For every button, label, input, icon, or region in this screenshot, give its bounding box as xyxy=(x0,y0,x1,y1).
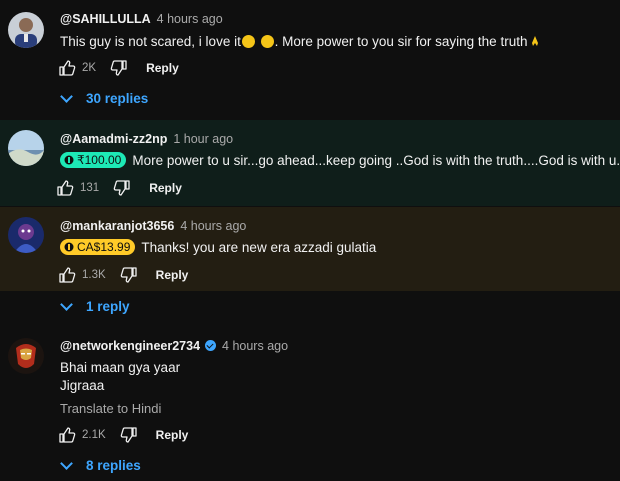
comment-header: @networkengineer2734 4 hours ago xyxy=(60,339,288,353)
like-count: 2.1K xyxy=(82,429,106,441)
translate-button[interactable]: Translate to Hindi xyxy=(60,401,161,416)
pray-emoji xyxy=(529,35,541,47)
laughing-emoji xyxy=(241,35,255,48)
thumbs-down-icon[interactable] xyxy=(110,59,128,77)
comment-1: @SAHILLULLA 4 hours ago This guy is not s… xyxy=(0,0,620,120)
super-chat-chip: CA$13.99 xyxy=(60,239,136,255)
author-handle[interactable]: @mankaranjot3656 xyxy=(60,219,174,233)
comment-header: @Aamadmi-zz2np 1 hour ago xyxy=(60,132,233,146)
comment-actions: 1.3K Reply xyxy=(58,264,188,286)
money-icon xyxy=(64,242,74,252)
view-replies-button[interactable]: 30 replies xyxy=(60,90,148,106)
author-handle[interactable]: @SAHILLULLA xyxy=(60,12,151,26)
comment-actions: 131 Reply xyxy=(56,177,182,199)
verified-icon xyxy=(205,340,217,351)
avatar[interactable] xyxy=(8,12,44,48)
thumbs-down-icon[interactable] xyxy=(120,426,138,444)
like-count: 1.3K xyxy=(82,269,106,281)
comment-text: CA$13.99 Thanks! you are new era azzadi g… xyxy=(60,239,376,255)
comment-3: @mankaranjot3656 4 hours ago CA$13.99 Than… xyxy=(0,207,620,291)
thumbs-down-icon[interactable] xyxy=(120,266,138,284)
thumbs-up-icon[interactable] xyxy=(58,59,76,77)
avatar[interactable] xyxy=(8,130,44,166)
comment-2: @Aamadmi-zz2np 1 hour ago ₹100.00 More pow… xyxy=(0,120,620,206)
thumbs-up-icon[interactable] xyxy=(58,426,76,444)
super-chat-chip: ₹100.00 xyxy=(60,152,127,168)
comment-header: @mankaranjot3656 4 hours ago xyxy=(60,219,246,233)
comment-text: This guy is not scared, i love it . More… xyxy=(60,34,541,49)
author-handle[interactable]: @Aamadmi-zz2np xyxy=(60,132,167,146)
avatar[interactable] xyxy=(8,338,44,374)
money-icon xyxy=(64,155,74,165)
comment-4: @networkengineer2734 4 hours ago Bhai maa… xyxy=(0,326,620,481)
timestamp[interactable]: 4 hours ago xyxy=(157,12,223,26)
like-count: 131 xyxy=(80,182,100,194)
reply-button[interactable]: Reply xyxy=(156,428,189,442)
comment-header: @SAHILLULLA 4 hours ago xyxy=(60,12,223,26)
comment-actions: 2.1K Reply xyxy=(58,424,188,446)
timestamp[interactable]: 4 hours ago xyxy=(180,219,246,233)
reply-button[interactable]: Reply xyxy=(156,268,189,282)
reply-button[interactable]: Reply xyxy=(149,181,182,195)
thumbs-up-icon[interactable] xyxy=(56,179,74,197)
like-count: 2K xyxy=(82,62,97,74)
laughing-emoji xyxy=(260,35,274,48)
comment-actions: 2K Reply xyxy=(58,57,179,79)
comment-text-line-1: Bhai maan gya yaar xyxy=(60,360,181,375)
timestamp[interactable]: 1 hour ago xyxy=(173,132,233,146)
view-replies-button[interactable]: 1 reply xyxy=(60,298,130,314)
avatar[interactable] xyxy=(8,217,44,253)
chevron-down-icon xyxy=(60,457,73,470)
comment-text: ₹100.00 More power to u sir...go ahead...… xyxy=(60,152,620,168)
comment-text-line-2: Jigraaa xyxy=(60,378,105,393)
chevron-down-icon xyxy=(60,298,73,311)
author-handle[interactable]: @networkengineer2734 xyxy=(60,339,200,353)
timestamp[interactable]: 4 hours ago xyxy=(222,339,288,353)
view-replies-button[interactable]: 8 replies xyxy=(60,457,141,473)
reply-button[interactable]: Reply xyxy=(146,61,179,75)
thumbs-up-icon[interactable] xyxy=(58,266,76,284)
chevron-down-icon xyxy=(60,90,73,103)
thumbs-down-icon[interactable] xyxy=(113,179,131,197)
